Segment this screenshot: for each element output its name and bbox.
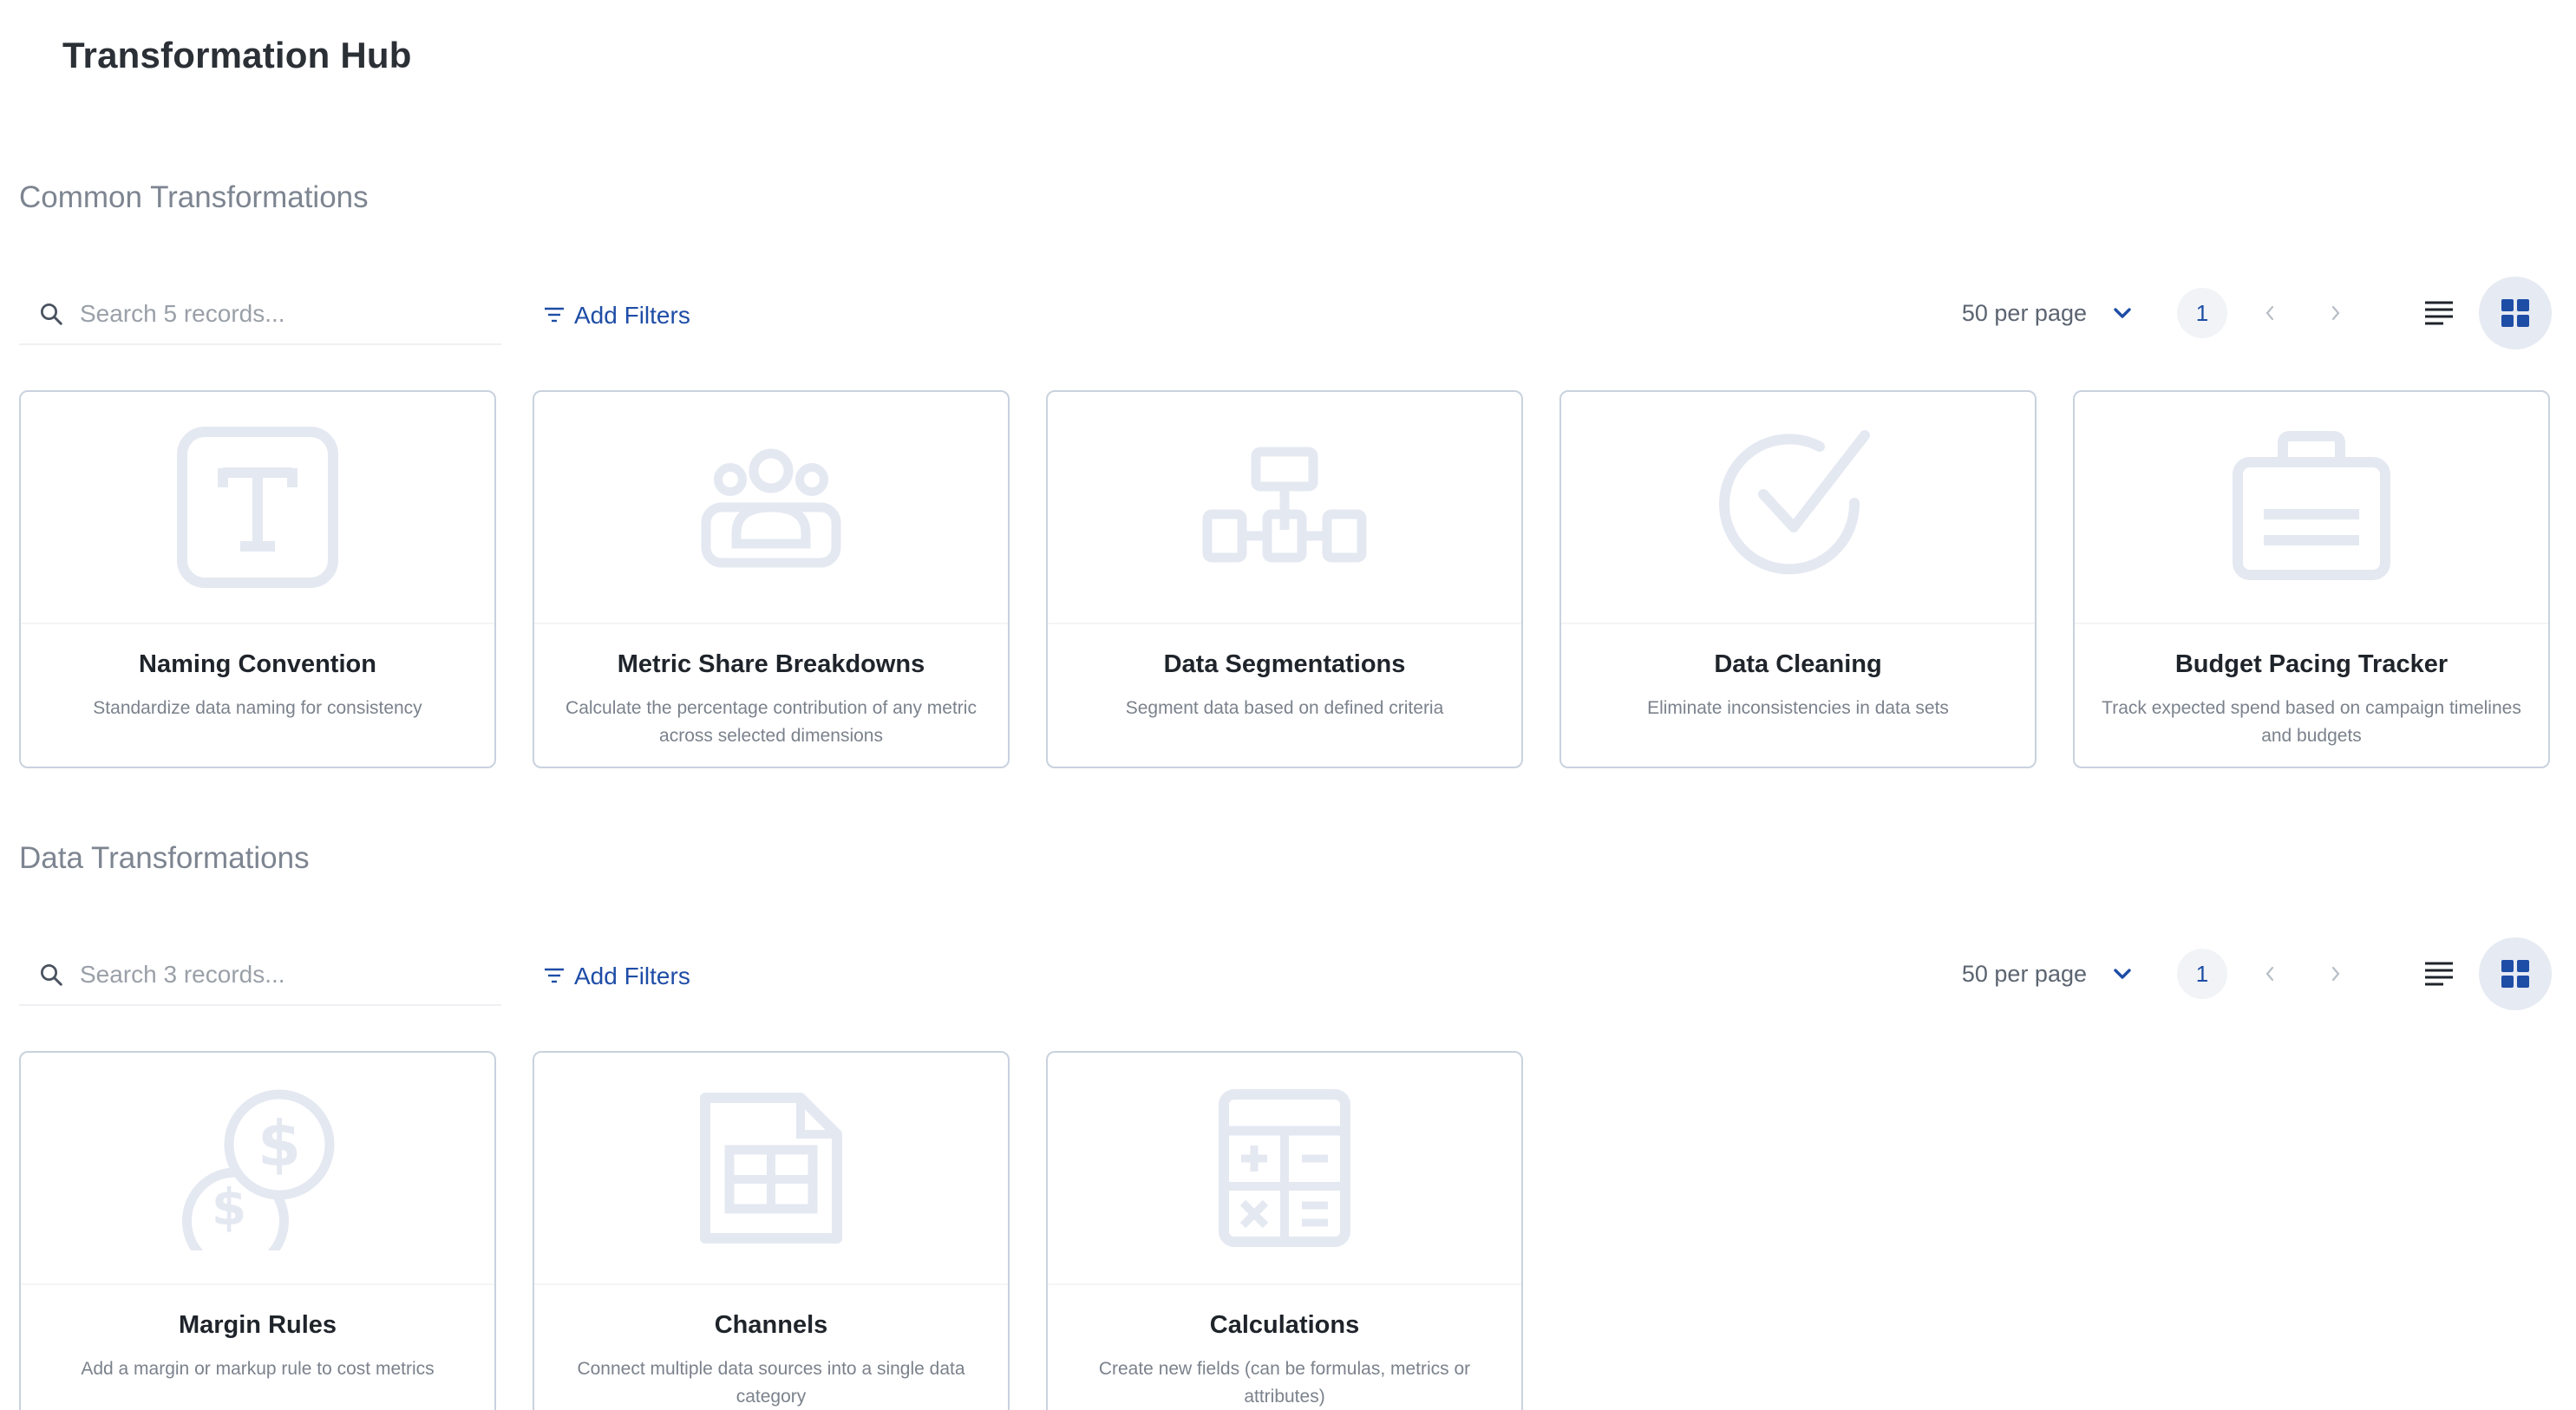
- card-icon-area: [534, 1053, 1008, 1285]
- per-page-label: 50 per page: [1961, 299, 2087, 326]
- chevron-left-icon: [2265, 305, 2274, 321]
- next-page-button[interactable]: [2311, 288, 2361, 338]
- card-icon-area: [2075, 392, 2548, 624]
- group-icon: [701, 448, 841, 568]
- grid-view-button[interactable]: [2479, 277, 2552, 349]
- add-filters-button[interactable]: Add Filters: [543, 290, 690, 342]
- card-grid: Naming Convention Standardize data namin…: [19, 390, 2552, 772]
- coins-icon: $$: [182, 1089, 335, 1250]
- card-data-cleaning[interactable]: Data Cleaning Eliminate inconsistencies …: [1559, 390, 2037, 768]
- prev-page-button[interactable]: [2245, 288, 2295, 338]
- card-description: Create new fields (can be formulas, metr…: [1098, 1359, 1471, 1407]
- grid-view-icon: [2501, 299, 2529, 327]
- card-budget-pacing-tracker[interactable]: Budget Pacing Tracker Track expected spe…: [2073, 390, 2550, 768]
- toolbar: Add Filters 50 per page 1: [19, 937, 2552, 1020]
- pagination-controls: 50 per page 1: [1962, 276, 2552, 350]
- text-format-icon: [177, 427, 338, 588]
- card-description: Standardize data naming for consistency: [93, 698, 422, 718]
- current-page-button[interactable]: 1: [2177, 288, 2227, 338]
- add-filters-label: Add Filters: [574, 963, 690, 989]
- per-page-select[interactable]: 50 per page: [1962, 300, 2132, 327]
- card-title: Data Cleaning: [1714, 650, 1882, 678]
- chevron-right-icon: [2331, 966, 2340, 982]
- card-icon-area: $ $: [21, 1053, 494, 1285]
- card-icon-area: [21, 392, 494, 624]
- search-input[interactable]: [80, 300, 479, 328]
- card-icon-area: [1048, 1053, 1521, 1285]
- chevron-right-icon: [2331, 305, 2340, 321]
- card-description: Calculate the percentage contribution of…: [566, 698, 977, 746]
- list-view-icon: [2425, 301, 2453, 325]
- card-naming-convention[interactable]: Naming Convention Standardize data namin…: [19, 390, 496, 768]
- chevron-left-icon: [2265, 966, 2274, 982]
- search-box: [19, 284, 501, 345]
- chevron-down-icon: [2114, 969, 2131, 979]
- briefcase-icon: [2233, 431, 2390, 580]
- card-icon-area: [534, 392, 1008, 624]
- toolbar: Add Filters 50 per page 1: [19, 276, 2552, 359]
- section-heading: Common Transformations: [19, 180, 369, 214]
- card-channels[interactable]: Channels Connect multiple data sources i…: [533, 1051, 1010, 1410]
- card-description: Eliminate inconsistencies in data sets: [1647, 698, 1949, 718]
- page-title: Transformation Hub: [62, 35, 412, 75]
- next-page-button[interactable]: [2311, 949, 2361, 999]
- card-margin-rules[interactable]: $ $ Margin Rules Add a margin or markup r…: [19, 1051, 496, 1410]
- chevron-down-icon: [2114, 308, 2131, 318]
- search-icon: [41, 964, 62, 986]
- card-description: Segment data based on defined criteria: [1125, 698, 1444, 718]
- card-title: Calculations: [1209, 1311, 1360, 1339]
- per-page-select[interactable]: 50 per page: [1962, 961, 2132, 988]
- card-title: Budget Pacing Tracker: [2174, 650, 2449, 678]
- hierarchy-icon: [1202, 447, 1367, 563]
- card-data-segmentations[interactable]: Data Segmentations Segment data based on…: [1046, 390, 1523, 768]
- per-page-label: 50 per page: [1961, 960, 2087, 987]
- calculator-icon: [1219, 1089, 1350, 1247]
- grid-view-icon: [2501, 960, 2529, 988]
- search-input[interactable]: [80, 961, 479, 989]
- svg-text:$: $: [258, 1107, 301, 1180]
- section-heading: Data Transformations: [19, 841, 310, 875]
- prev-page-button[interactable]: [2245, 949, 2295, 999]
- card-title: Data Segmentations: [1163, 650, 1406, 678]
- section-data-transformations: Data Transformations Add Filters 50 per …: [19, 834, 2552, 1410]
- card-icon-area: [1561, 392, 2035, 624]
- add-filters-button[interactable]: Add Filters: [543, 950, 690, 1002]
- search-icon: [41, 304, 62, 325]
- list-view-button[interactable]: [2408, 943, 2470, 1005]
- card-metric-share-breakdowns[interactable]: Metric Share Breakdowns Calculate the pe…: [533, 390, 1010, 768]
- card-title: Margin Rules: [178, 1311, 337, 1339]
- check-circle-icon: [1719, 430, 1870, 575]
- section-common-transformations: Common Transformations Add Filters 50 pe…: [19, 173, 2552, 772]
- card-description: Track expected spend based on campaign t…: [2102, 698, 2521, 746]
- svg-text:$: $: [212, 1178, 246, 1237]
- search-box: [19, 945, 501, 1006]
- card-description: Connect multiple data sources into a sin…: [577, 1359, 965, 1407]
- card-calculations[interactable]: Calculations Create new fields (can be f…: [1046, 1051, 1523, 1410]
- filter-icon: [545, 307, 564, 323]
- card-title: Metric Share Breakdowns: [617, 650, 925, 678]
- filter-icon: [545, 968, 564, 983]
- list-view-icon: [2425, 962, 2453, 986]
- card-title: Channels: [714, 1311, 828, 1339]
- add-filters-label: Add Filters: [574, 302, 690, 329]
- grid-view-button[interactable]: [2479, 937, 2552, 1010]
- card-title: Naming Convention: [139, 650, 376, 678]
- current-page-button[interactable]: 1: [2177, 949, 2227, 999]
- card-grid: $ $ Margin Rules Add a margin or markup r…: [19, 1051, 2552, 1410]
- spreadsheet-file-icon: [700, 1093, 842, 1244]
- card-icon-area: [1048, 392, 1521, 624]
- pagination-controls: 50 per page 1: [1962, 937, 2552, 1011]
- list-view-button[interactable]: [2408, 282, 2470, 344]
- card-description: Add a margin or markup rule to cost metr…: [81, 1359, 435, 1379]
